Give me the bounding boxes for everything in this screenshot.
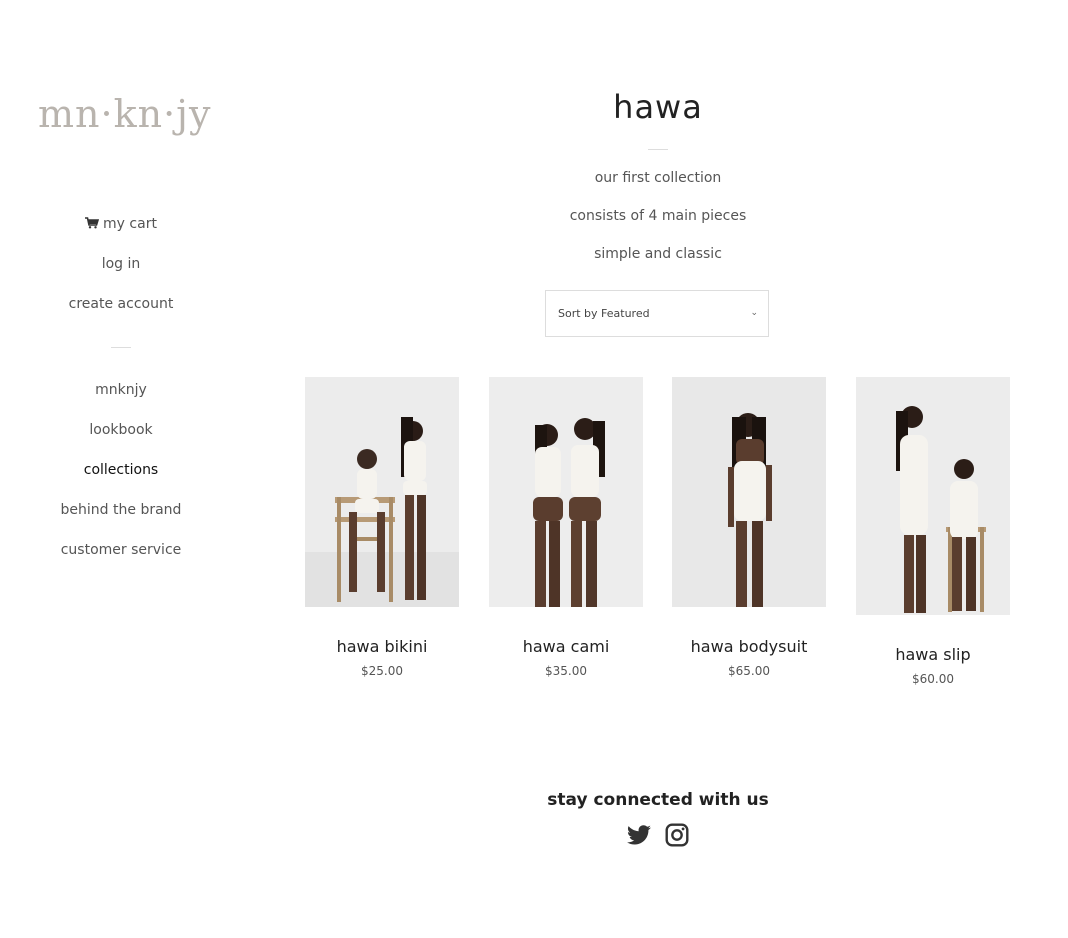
product-card[interactable]: hawa cami $35.00 <box>489 377 643 678</box>
product-image[interactable] <box>489 377 643 607</box>
collection-description-line: our first collection <box>594 170 722 186</box>
chevron-down-icon: ⌄ <box>750 308 758 318</box>
nav-item-behind-the-brand[interactable]: behind the brand <box>0 502 242 518</box>
site-logo[interactable]: mn·kn·jy <box>38 92 211 136</box>
nav-item-lookbook[interactable]: lookbook <box>0 422 242 438</box>
login-link[interactable]: log in <box>0 256 242 272</box>
instagram-icon <box>665 823 689 847</box>
collection-title: hawa <box>613 88 703 126</box>
product-image[interactable] <box>856 377 1010 615</box>
instagram-link[interactable] <box>664 822 690 848</box>
collection-description-line: consists of 4 main pieces <box>569 208 747 224</box>
product-image[interactable] <box>305 377 459 607</box>
product-name[interactable]: hawa bodysuit <box>672 637 826 656</box>
cart-icon <box>85 217 100 232</box>
product-card[interactable]: hawa bodysuit $65.00 <box>672 377 826 678</box>
sort-select-value: Sort by Featured <box>558 307 650 320</box>
product-card[interactable]: hawa bikini $25.00 <box>305 377 459 678</box>
page: mn·kn·jy my cart log in create account m… <box>0 0 1068 938</box>
sidebar-divider <box>111 347 131 348</box>
nav-item-mnknjy[interactable]: mnknjy <box>0 382 242 398</box>
cart-link[interactable]: my cart <box>0 216 242 232</box>
product-price: $60.00 <box>912 672 954 686</box>
twitter-icon <box>627 825 651 845</box>
product-price: $35.00 <box>545 664 587 678</box>
cart-label: my cart <box>103 216 157 232</box>
nav-item-customer-service[interactable]: customer service <box>0 542 242 558</box>
create-account-link[interactable]: create account <box>0 296 242 312</box>
collection-description-line: simple and classic <box>594 246 722 262</box>
product-name[interactable]: hawa bikini <box>305 637 459 656</box>
product-name[interactable]: hawa cami <box>489 637 643 656</box>
sort-select[interactable]: Sort by Featured ⌄ <box>545 290 769 337</box>
nav-item-collections[interactable]: collections <box>0 462 242 478</box>
product-name[interactable]: hawa slip <box>856 645 1010 664</box>
footer-title: stay connected with us <box>547 790 769 810</box>
product-price: $25.00 <box>361 664 403 678</box>
product-image[interactable] <box>672 377 826 607</box>
product-price: $65.00 <box>728 664 770 678</box>
twitter-link[interactable] <box>626 822 652 848</box>
title-divider <box>648 149 668 150</box>
product-card[interactable]: hawa slip $60.00 <box>856 377 1010 686</box>
